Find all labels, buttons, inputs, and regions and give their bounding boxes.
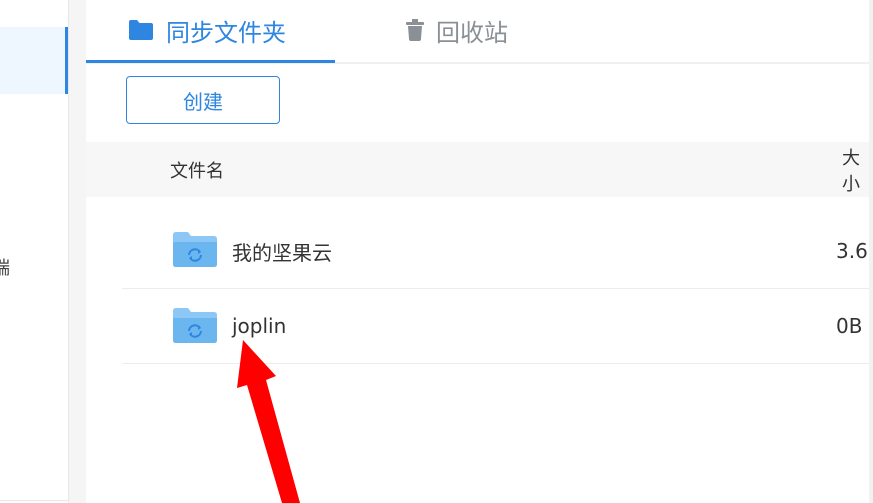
folder-icon [128, 19, 154, 41]
table-row[interactable]: 我的坚果云 3.6M [122, 214, 873, 289]
column-header-name[interactable]: 文件名 [170, 142, 224, 197]
table-row[interactable]: joplin 0B [122, 289, 873, 364]
sync-folder-icon [173, 308, 217, 343]
file-size: 3.6M [836, 239, 873, 263]
sidebar-active-item[interactable] [0, 27, 68, 94]
sync-folder-icon [173, 232, 217, 267]
create-button[interactable]: 创建 [126, 76, 280, 124]
tab-trash-label: 回收站 [436, 18, 508, 47]
file-size: 0B [836, 314, 863, 338]
tab-sync-folders-label: 同步文件夹 [166, 18, 286, 47]
sidebar-divider [0, 500, 68, 501]
active-tab-underline [86, 60, 335, 63]
trash-icon [406, 19, 424, 41]
sidebar-item-label[interactable]: 端 [0, 254, 10, 280]
tab-trash[interactable]: 回收站 [406, 0, 508, 60]
tab-sync-folders[interactable]: 同步文件夹 [128, 0, 286, 60]
sidebar: 端 [0, 0, 69, 503]
tab-bar: 同步文件夹 回收站 [86, 0, 873, 64]
main-panel: 同步文件夹 回收站 创建 文件名 大小 我的坚果云 3.6 joplin 0B [86, 0, 873, 503]
scrollbar-track[interactable] [869, 0, 873, 503]
table-header: 文件名 大小 [86, 142, 873, 197]
file-name[interactable]: joplin [232, 289, 286, 363]
file-name[interactable]: 我的坚果云 [232, 214, 332, 288]
sidebar-active-indicator [65, 27, 68, 94]
